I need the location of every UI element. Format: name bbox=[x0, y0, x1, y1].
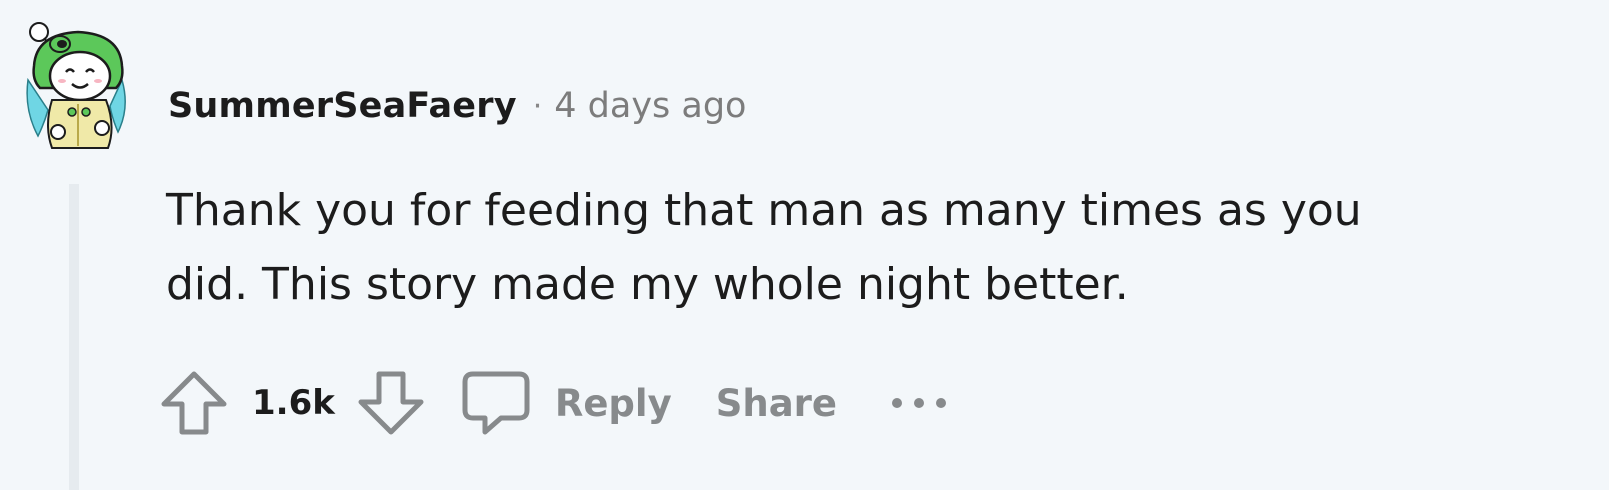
comment-body-line: Thank you for feeding that man as many t… bbox=[166, 185, 1362, 236]
comment-body-line: did. This story made my whole night bett… bbox=[166, 259, 1129, 310]
comment: SummerSeaFaery · 4 days ago Thank you fo… bbox=[0, 0, 1609, 490]
comment-bubble-icon bbox=[462, 371, 530, 435]
comment-body: Thank you for feeding that man as many t… bbox=[166, 174, 1546, 322]
vote-count: 1.6k bbox=[252, 383, 335, 423]
thread-line[interactable] bbox=[69, 184, 79, 490]
reply-button[interactable]: Reply bbox=[461, 370, 672, 436]
timestamp[interactable]: 4 days ago bbox=[554, 86, 746, 126]
user-avatar[interactable] bbox=[22, 14, 134, 154]
meta-separator: · bbox=[532, 88, 543, 124]
downvote-button[interactable] bbox=[357, 370, 425, 436]
comment-actions: 1.6k Reply Share bbox=[160, 370, 949, 436]
more-options-button[interactable] bbox=[889, 393, 949, 413]
more-options-icon bbox=[892, 398, 947, 408]
reply-label[interactable]: Reply bbox=[555, 382, 672, 425]
author-name[interactable]: SummerSeaFaery bbox=[168, 86, 517, 126]
upvote-arrow-icon bbox=[161, 371, 227, 435]
downvote-arrow-icon bbox=[358, 371, 424, 435]
comment-meta: SummerSeaFaery · 4 days ago bbox=[168, 78, 746, 134]
share-button[interactable]: Share bbox=[716, 382, 837, 425]
upvote-button[interactable] bbox=[160, 370, 228, 436]
